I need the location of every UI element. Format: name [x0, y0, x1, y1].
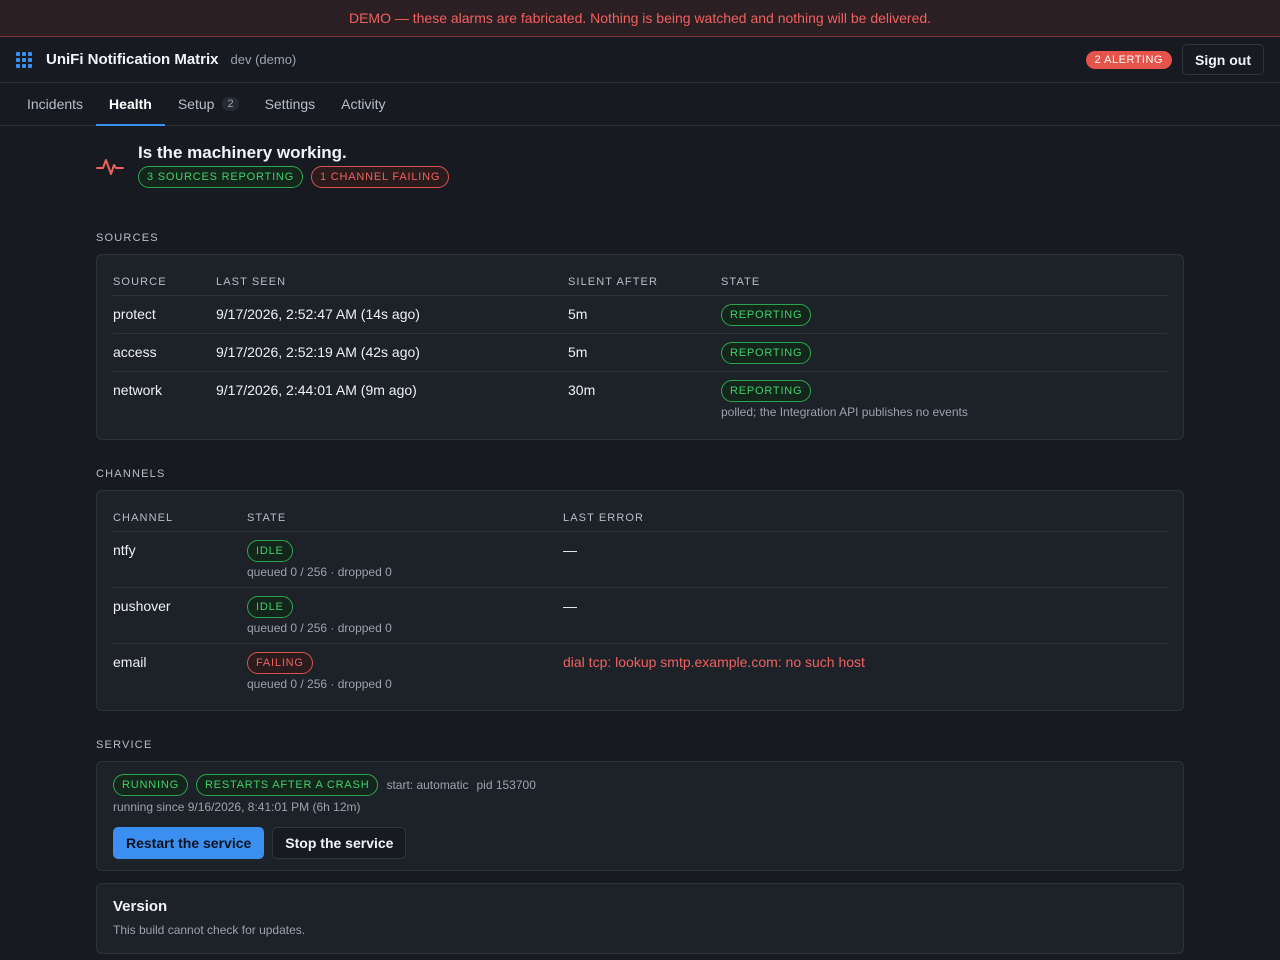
tab-incidents[interactable]: Incidents — [14, 83, 96, 125]
state-badge: REPORTING — [721, 303, 812, 326]
state-cell: IDLE queued 0 / 256 · dropped 0 — [247, 531, 563, 588]
source-name: access — [113, 333, 216, 372]
app-title: UniFi Notification Matrix — [46, 51, 219, 68]
state-badge: IDLE — [247, 595, 293, 618]
process-id: pid 153700 — [476, 778, 536, 792]
state-badge: REPORTING — [721, 341, 812, 364]
sign-out-button[interactable]: Sign out — [1182, 44, 1264, 75]
last-seen: 9/17/2026, 2:52:19 AM (42s ago) — [216, 333, 568, 372]
state-cell: FAILING queued 0 / 256 · dropped 0 — [247, 643, 563, 691]
sources-section-label: Sources — [96, 232, 159, 244]
page-title: Is the machinery working. — [138, 143, 347, 162]
queue-stats: queued 0 / 256 · dropped 0 — [247, 676, 392, 691]
column-header: STATE — [721, 255, 1167, 296]
sources-card: SOURCE LAST SEEN SILENT AFTER STATE prot… — [96, 254, 1184, 440]
state-cell: REPORTING — [721, 295, 1167, 334]
last-seen: 9/17/2026, 2:44:01 AM (9m ago) — [216, 381, 417, 398]
column-header: SILENT AFTER — [568, 255, 721, 296]
silent-after: 5m — [568, 295, 721, 334]
health-page: Is the machinery working. 3 sources repo… — [96, 126, 1184, 954]
version-card: Version This build cannot check for upda… — [96, 883, 1184, 954]
state-cell: IDLE queued 0 / 256 · dropped 0 — [247, 587, 563, 644]
channels-card: CHANNEL STATE LAST ERROR ntfy IDLE queue… — [96, 490, 1184, 711]
tab-health[interactable]: Health — [96, 83, 165, 126]
table-row: protect 9/17/2026, 2:52:47 AM (14s ago) … — [113, 295, 1167, 334]
tab-activity[interactable]: Activity — [328, 83, 398, 125]
tab-label: Setup — [177, 96, 215, 112]
table-row: ntfy IDLE queued 0 / 256 · dropped 0 — — [113, 531, 1167, 588]
last-error: — — [563, 587, 1167, 644]
column-header: LAST SEEN — [216, 255, 568, 296]
source-name: network — [113, 381, 163, 398]
table-row: pushover IDLE queued 0 / 256 · dropped 0… — [113, 587, 1167, 644]
table-row: access 9/17/2026, 2:52:19 AM (42s ago) 5… — [113, 333, 1167, 372]
column-header: CHANNEL — [113, 491, 247, 532]
running-pill: RUNNING — [113, 774, 188, 796]
state-cell: REPORTING polled; the Integration API pu… — [721, 371, 1167, 419]
setup-count-badge: 2 — [222, 97, 239, 111]
restart-policy-pill: RESTARTS AFTER A CRASH — [195, 774, 379, 796]
queue-stats: queued 0 / 256 · dropped 0 — [247, 620, 392, 635]
demo-banner: DEMO — these alarms are fabricated. Noth… — [0, 0, 1280, 37]
last-error: — — [563, 531, 1167, 588]
last-error: dial tcp: lookup smtp.example.com: no su… — [563, 653, 865, 670]
channel-failing-pill: 1 channel failing — [311, 166, 450, 188]
running-since: running since 9/16/2026, 8:41:01 PM (6h … — [113, 800, 361, 814]
nav-tabs: Incidents Health Setup 2 Settings Activit… — [0, 83, 1280, 126]
state-badge: IDLE — [247, 539, 293, 562]
tab-label: Incidents — [27, 96, 84, 112]
tab-settings[interactable]: Settings — [252, 83, 329, 125]
sources-table: SOURCE LAST SEEN SILENT AFTER STATE prot… — [113, 255, 1167, 419]
last-seen: 9/17/2026, 2:52:47 AM (14s ago) — [216, 295, 568, 334]
column-header: LAST ERROR — [563, 491, 1167, 532]
source-note: polled; the Integration API publishes no… — [721, 404, 968, 419]
channel-name: email — [113, 653, 147, 670]
restart-service-button[interactable]: Restart the service — [113, 827, 265, 859]
tab-label: Activity — [341, 96, 386, 112]
sources-reporting-pill: 3 sources reporting — [138, 166, 304, 188]
state-cell: REPORTING — [721, 333, 1167, 372]
column-header: SOURCE — [113, 255, 216, 296]
alerting-badge[interactable]: 2 ALERTING — [1085, 50, 1172, 69]
version-note: This build cannot check for updates. — [113, 923, 306, 937]
channel-name: pushover — [113, 587, 247, 644]
column-header: STATE — [247, 491, 563, 532]
stop-service-button[interactable]: Stop the service — [272, 827, 407, 859]
table-row: email FAILING queued 0 / 256 · dropped 0… — [113, 643, 1167, 691]
service-section-label: Service — [96, 739, 153, 751]
tab-label: Health — [109, 96, 152, 112]
table-row: network 9/17/2026, 2:44:01 AM (9m ago) 3… — [113, 371, 1167, 419]
queue-stats: queued 0 / 256 · dropped 0 — [247, 564, 392, 579]
channels-section-label: Channels — [96, 468, 166, 480]
demo-banner-text: DEMO — these alarms are fabricated. Noth… — [348, 10, 932, 26]
silent-after: 5m — [568, 333, 721, 372]
environment-label: dev (demo) — [230, 52, 297, 67]
state-badge: REPORTING — [721, 379, 812, 402]
health-header: Is the machinery working. 3 sources repo… — [96, 126, 1184, 188]
silent-after: 30m — [568, 381, 596, 398]
grid-dots-icon — [16, 51, 34, 69]
start-mode: start: automatic — [386, 778, 469, 792]
service-card: RUNNING RESTARTS AFTER A CRASH start: au… — [96, 761, 1184, 871]
channel-name: ntfy — [113, 531, 247, 588]
tab-setup[interactable]: Setup 2 — [165, 83, 252, 125]
version-title: Version — [113, 898, 168, 915]
tab-label: Settings — [264, 96, 316, 112]
state-badge: FAILING — [247, 651, 313, 674]
top-bar: UniFi Notification Matrix dev (demo) 2 A… — [0, 37, 1280, 83]
source-name: protect — [113, 295, 216, 334]
pulse-icon — [96, 159, 124, 175]
channels-table: CHANNEL STATE LAST ERROR ntfy IDLE queue… — [113, 491, 1167, 691]
